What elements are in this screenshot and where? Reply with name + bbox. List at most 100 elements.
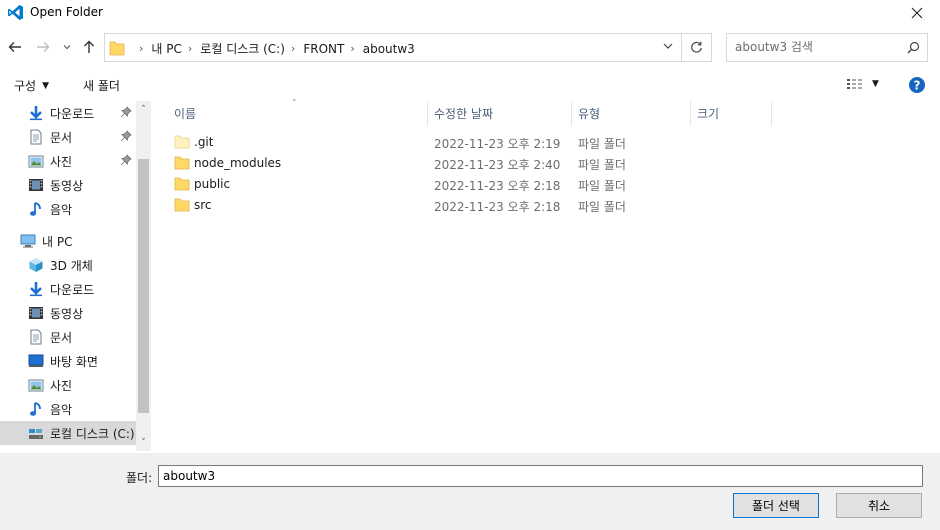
organize-button[interactable]: 구성 ▼ <box>14 77 49 94</box>
navigation-pane[interactable]: 다운로드 문서 사진 동영상 음악 내 PC 3D 개체 다운로드 동영상 문서… <box>0 101 151 451</box>
nav-item-this-pc[interactable]: 내 PC <box>0 229 136 253</box>
nav-item-pictures-pc[interactable]: 사진 <box>0 373 136 397</box>
back-button[interactable] <box>6 38 24 56</box>
search-icon <box>907 41 920 54</box>
nav-item-label: 로컬 디스크 (C:) <box>50 426 135 441</box>
file-name: node_modules <box>194 156 282 170</box>
nav-item-label: 3D 개체 <box>50 258 93 273</box>
refresh-icon <box>691 41 702 53</box>
file-name: src <box>194 198 212 212</box>
column-header-label: 유형 <box>578 107 601 121</box>
drive-icon <box>28 425 44 441</box>
table-row[interactable]: .git 2022-11-23 오후 2:19 파일 폴더 <box>170 132 670 153</box>
folder-icon <box>174 198 190 212</box>
download-icon <box>28 105 44 121</box>
folder-icon <box>109 41 125 56</box>
folder-icon <box>174 135 190 149</box>
videos-icon <box>28 305 44 321</box>
nav-item-label: 사진 <box>50 154 73 169</box>
arrow-up-icon <box>84 40 94 53</box>
table-row[interactable]: public 2022-11-23 오후 2:18 파일 폴더 <box>170 174 670 195</box>
scroll-up-icon[interactable]: ˄ <box>136 101 151 118</box>
breadcrumb-separator: › <box>139 42 144 55</box>
breadcrumb: › 내 PC › 로컬 디스크 (C:) › FRONT › aboutw3 <box>133 40 415 57</box>
nav-item-local-disk[interactable]: 로컬 디스크 (C:) <box>0 421 136 445</box>
dialog-footer: 폴더: 폴더 선택 취소 <box>0 453 940 530</box>
file-date: 2022-11-23 오후 2:19 <box>434 137 561 151</box>
column-header-label: 이름 <box>174 107 197 121</box>
document-icon <box>28 129 44 145</box>
pin-icon[interactable] <box>120 154 132 166</box>
nav-item-3d-objects[interactable]: 3D 개체 <box>0 253 136 277</box>
arrow-left-icon <box>8 42 21 52</box>
command-bar: 구성 ▼ 새 폴더 ▼ ? <box>0 70 940 100</box>
scroll-down-icon[interactable]: ˅ <box>136 434 151 451</box>
table-row[interactable]: node_modules 2022-11-23 오후 2:40 파일 폴더 <box>170 153 670 174</box>
column-header-name[interactable]: 이름 ˄ <box>152 99 428 126</box>
pin-icon[interactable] <box>120 130 132 142</box>
address-row: › 내 PC › 로컬 디스크 (C:) › FRONT › aboutw3 <box>0 30 940 66</box>
scroll-thumb[interactable] <box>138 159 149 413</box>
nav-item-desktop[interactable]: 바탕 화면 <box>0 349 136 373</box>
music-icon <box>28 401 44 417</box>
folder-icon <box>174 156 190 170</box>
file-type: 파일 폴더 <box>578 158 626 172</box>
pin-icon[interactable] <box>120 106 132 118</box>
window-title: Open Folder <box>30 5 103 19</box>
nav-item-label: 다운로드 <box>50 106 95 121</box>
music-icon <box>28 201 44 217</box>
up-button[interactable] <box>80 38 98 56</box>
cancel-button[interactable]: 취소 <box>836 493 922 518</box>
column-header-size[interactable]: 크기 <box>691 101 772 126</box>
search-input[interactable] <box>735 40 895 54</box>
nav-item-label: 사진 <box>50 378 73 393</box>
nav-item-music-pc[interactable]: 음악 <box>0 397 136 421</box>
new-folder-button[interactable]: 새 폴더 <box>83 77 120 94</box>
caret-down-icon[interactable]: ▼ <box>872 79 879 89</box>
recent-locations-button[interactable] <box>60 38 74 56</box>
caret-down-icon: ▼ <box>42 80 50 91</box>
nav-item-pictures[interactable]: 사진 <box>0 149 136 173</box>
nav-item-documents[interactable]: 문서 <box>0 125 136 149</box>
view-options-icon[interactable] <box>846 78 864 91</box>
nav-item-videos[interactable]: 동영상 <box>0 173 136 197</box>
forward-button[interactable] <box>34 38 52 56</box>
folder-field[interactable] <box>158 465 923 487</box>
close-button[interactable] <box>894 0 940 26</box>
file-date: 2022-11-23 오후 2:18 <box>434 179 561 193</box>
breadcrumb-separator: › <box>350 42 355 55</box>
column-header-date[interactable]: 수정한 날짜 <box>428 101 572 126</box>
nav-item-documents-pc[interactable]: 문서 <box>0 325 136 349</box>
breadcrumb-item[interactable]: 로컬 디스크 (C:) <box>200 40 285 57</box>
nav-item-music[interactable]: 음악 <box>0 197 136 221</box>
nav-item-downloads[interactable]: 다운로드 <box>0 101 136 125</box>
breadcrumb-separator: › <box>290 42 296 55</box>
table-row[interactable]: src 2022-11-23 오후 2:18 파일 폴더 <box>170 195 670 216</box>
arrow-right-icon <box>37 42 50 52</box>
folder-icon <box>174 177 190 191</box>
download-icon <box>28 281 44 297</box>
file-list[interactable]: 이름 ˄ 수정한 날짜 유형 크기 .git 2022-11-23 오후 2:1… <box>152 99 940 451</box>
nav-scrollbar[interactable]: ˄ ˅ <box>136 101 151 451</box>
search-box[interactable] <box>726 33 928 62</box>
nav-item-downloads-pc[interactable]: 다운로드 <box>0 277 136 301</box>
refresh-button[interactable] <box>682 33 712 62</box>
3d-objects-icon <box>28 257 44 273</box>
breadcrumb-item[interactable]: aboutw3 <box>363 42 415 56</box>
column-header-type[interactable]: 유형 <box>572 101 691 126</box>
computer-icon <box>20 233 36 249</box>
nav-item-videos-pc[interactable]: 동영상 <box>0 301 136 325</box>
nav-item-label: 동영상 <box>50 178 84 193</box>
file-name: public <box>194 177 231 191</box>
help-icon[interactable]: ? <box>908 76 926 94</box>
address-bar[interactable]: › 내 PC › 로컬 디스크 (C:) › FRONT › aboutw3 <box>104 33 682 62</box>
nav-item-label: 음악 <box>50 202 73 217</box>
chevron-down-icon[interactable] <box>663 42 673 50</box>
breadcrumb-item[interactable]: 내 PC <box>151 40 181 57</box>
breadcrumb-separator: › <box>187 42 193 55</box>
document-icon <box>28 329 44 345</box>
svg-text:?: ? <box>914 78 921 92</box>
select-folder-button[interactable]: 폴더 선택 <box>733 493 819 518</box>
nav-item-label: 내 PC <box>42 234 73 249</box>
breadcrumb-item[interactable]: FRONT <box>303 42 344 56</box>
